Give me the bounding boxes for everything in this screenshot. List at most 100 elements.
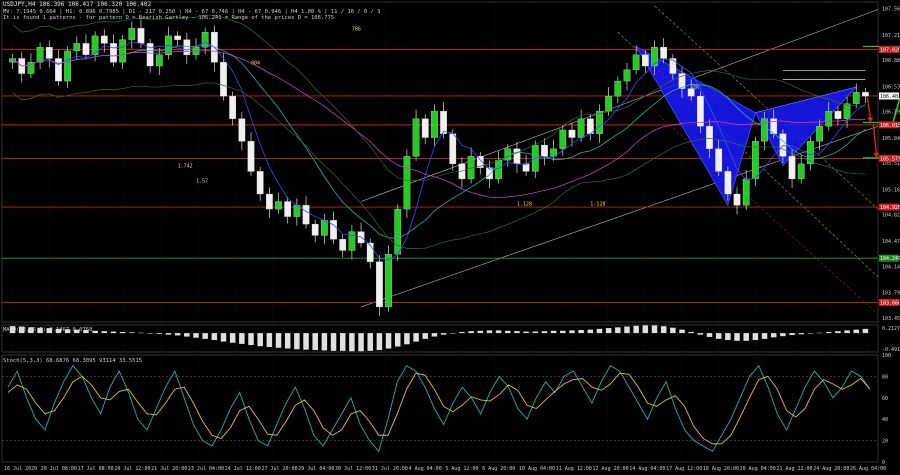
candle-body — [825, 111, 833, 127]
candle-body — [238, 118, 246, 142]
stoch-tick-label: 20 — [882, 439, 888, 445]
macd-bar — [725, 333, 731, 341]
macd-bar — [394, 333, 401, 347]
macd-bar — [743, 333, 749, 341]
level-tag-label: 106.018 — [880, 123, 900, 129]
candle-body — [568, 129, 576, 138]
candle-body — [605, 95, 613, 112]
stoch-tick-label: 40 — [882, 417, 888, 423]
macd-bar — [770, 333, 777, 338]
macd-bar — [257, 333, 263, 347]
price-tick-label: 104.825 — [882, 213, 900, 219]
macd-bar — [339, 333, 346, 351]
time-axis-label: 20 Aug 04:00 — [740, 466, 776, 472]
time-axis-label: 17 Jul 08:00 — [78, 466, 114, 472]
time-axis-label: 31 Jul 20:00 — [372, 466, 408, 472]
time-axis-label: 27 Jul 20:00 — [261, 466, 297, 472]
candle-body — [724, 171, 732, 195]
macd-bar — [468, 331, 474, 334]
time-axis-label: 18 Aug 20:00 — [703, 466, 739, 472]
pattern-header: It is found 1 patterns - for pattern D =… — [3, 15, 335, 21]
macd-bar — [688, 331, 694, 334]
price-tick-label: 103.790 — [882, 291, 900, 297]
candle-body — [183, 39, 191, 55]
candle-body — [220, 62, 227, 97]
macd-bar — [587, 329, 594, 334]
candle-body — [275, 201, 282, 210]
time-axis-label: 4 Aug 04:00 — [409, 466, 442, 472]
chart-background — [0, 0, 900, 475]
macd-bar — [734, 333, 740, 341]
macd-bar — [816, 332, 823, 334]
time-axis-label: 5 Aug 12:00 — [445, 466, 478, 472]
price-tick-label: 107.215 — [882, 33, 900, 39]
price-tick-label: 106.530 — [882, 84, 900, 90]
candle-body — [816, 126, 823, 142]
macd-bar — [679, 329, 685, 334]
macd-bar — [330, 333, 337, 351]
pattern-ratio-label: 1.128 — [517, 201, 532, 207]
macd-bar — [422, 333, 428, 339]
macd-bar — [184, 333, 190, 337]
candle-body — [91, 35, 99, 55]
macd-bar — [312, 333, 318, 351]
price-tick-label: 105.845 — [882, 136, 900, 142]
time-axis-label: 26 Aug 04:00 — [850, 466, 886, 472]
candle-body — [742, 178, 750, 206]
macd-bar — [303, 333, 309, 350]
macd-bar — [605, 328, 612, 334]
macd-bar — [129, 332, 135, 334]
macd-bar — [138, 332, 144, 334]
candle-body — [852, 92, 860, 104]
candle-body — [348, 231, 356, 251]
macd-bar — [321, 333, 328, 351]
macd-tick-label: 0.2127 — [882, 326, 900, 332]
macd-bar — [376, 333, 383, 351]
macd-bar — [651, 325, 658, 334]
candle-body — [55, 58, 62, 82]
macd-bar — [715, 333, 722, 339]
candle-body — [641, 54, 649, 67]
macd-bar — [275, 333, 282, 348]
candle-body — [449, 133, 457, 165]
time-axis-label: 23 Jul 04:00 — [188, 466, 224, 472]
macd-bar — [229, 333, 236, 343]
macd-bar — [596, 328, 603, 334]
candle-body — [495, 159, 502, 180]
candle-body — [394, 208, 402, 255]
macd-bar — [477, 330, 484, 334]
macd-bar — [147, 333, 153, 334]
candle-body — [128, 28, 136, 40]
price-tick-label: 104.140 — [882, 264, 900, 270]
macd-bar — [523, 331, 529, 334]
candle-body — [541, 144, 548, 157]
candle-body — [651, 47, 658, 67]
macd-bar — [835, 331, 841, 334]
candle-body — [119, 39, 126, 63]
macd-bar — [119, 331, 126, 334]
macd-bar — [211, 333, 218, 341]
time-axis-label: 20 Jul 12:00 — [114, 466, 150, 472]
time-axis-label: 20 Jul 08:00 — [41, 466, 77, 472]
candle-body — [669, 58, 677, 74]
macd-bar — [825, 331, 832, 334]
macd-bar — [541, 331, 548, 334]
time-axis-label: 11 Aug 12:00 — [556, 466, 592, 472]
candle-body — [256, 171, 264, 195]
macd-bar — [174, 333, 181, 336]
macd-bar — [239, 333, 245, 344]
candle-body — [376, 261, 383, 308]
macd-bar — [615, 327, 621, 334]
macd-bar — [284, 333, 291, 349]
macd-bar — [486, 330, 493, 334]
macd-bar — [349, 333, 355, 352]
macd-bar — [440, 333, 447, 335]
time-axis-label: 12 Aug 20:00 — [593, 466, 629, 472]
time-axis: 16 Jul 2020 20 Jul 08:00 17 Jul 08:00 20 Ju… — [4, 466, 886, 472]
chart-canvas: 1.1281.7421.571.128786804786 0.2127-0.49… — [0, 0, 900, 475]
candle-body — [302, 205, 310, 225]
candle-body — [843, 103, 851, 119]
pattern-ratio-label: 1.57 — [196, 179, 208, 185]
macd-bar — [560, 330, 566, 334]
candle-body — [229, 95, 237, 119]
